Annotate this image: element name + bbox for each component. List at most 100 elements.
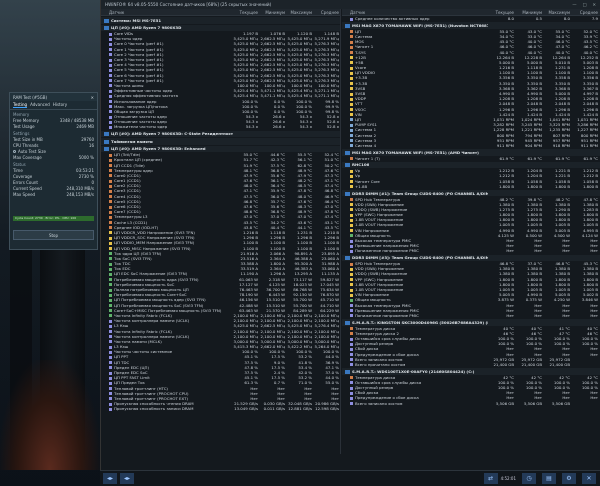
clock-icon [350,363,353,367]
power-icon [109,314,112,318]
power-icon [109,257,112,261]
value-avg: Нет [590,248,598,254]
wallpaper-ground [0,360,100,470]
sensor-group-header[interactable]: ЦП [#0]: AMD Ryzen 7 9800X3D: C-State Ре… [101,130,340,138]
clock-icon [109,366,112,370]
voltage-icon [109,247,112,251]
sensor-panel-left: Датчик Текущее Минимум Максимум Среднее … [101,9,341,454]
tab-history[interactable]: History [53,102,67,108]
value-avg: Нет [590,312,598,318]
group-name: ЦП [#0]: AMD Ryzen 7 9800X3D [101,25,233,31]
sensor-row[interactable]: Пониженное напряжение PMIC Нет Нет Нет Нет [342,248,600,253]
network-icon[interactable]: ⇄ [483,473,498,484]
close-icon[interactable]: ✕ [91,95,94,100]
voltage-icon [350,92,353,96]
sensor-label: Пониженное напряжение PMIC [355,312,419,318]
settings-icon[interactable]: ⚙ [562,473,576,484]
clock-icon [109,37,112,41]
ram-stat-label: Errors Count [13,179,38,185]
radio-icon [13,149,16,153]
clock-icon [109,94,112,98]
clock-icon [109,32,112,36]
voltage-icon [350,56,353,60]
col-max[interactable]: Максимум [287,10,314,15]
col-current[interactable]: Текущее [488,10,516,15]
ram-stat-row: Max Speed 248,153 MB/s [10,191,97,197]
voltage-icon [350,82,353,86]
close-icon[interactable]: ✕ [592,2,596,7]
sensor-label: Пропускная способность записи DRAM [114,406,194,412]
temperature-icon [109,164,112,168]
value-avg: 911 RPM [580,142,598,148]
col-min[interactable]: Минимум [516,10,544,15]
temperature-icon [350,45,353,49]
ram-stat-value: 2469 MB [76,123,94,129]
ram-stat-label: Max Speed [13,191,36,197]
sensor-group-header[interactable]: Система: MSI MS-7E51 [101,17,340,24]
hwinfo-titlebar[interactable]: HWiNFO® 64 v8.05-5550 Состояние датчиков… [101,0,600,9]
power-icon [109,298,112,302]
temperature-icon [350,51,353,55]
sensor-label: Всего записано хостом [355,400,403,406]
value-avg: 1.800 В [582,183,598,189]
group-name: ЦП [#0]: AMD Ryzen 7 9800X3D: Enhanced [101,146,233,152]
nav-arrows-icon[interactable]: ◂▸ [103,473,117,484]
sensor-label: DDR5 DIMM [#1]: Team Group CUDS-8400 (PO… [352,190,488,196]
sensor-row[interactable]: Пропускная способность записи DRAM 13.049… [101,406,340,411]
graph-icon[interactable]: ▤ [542,473,556,484]
sensor-name: Пониженное напряжение PMIC [342,248,488,253]
stop-button[interactable]: Stop [13,230,94,240]
close-icon[interactable]: ✕ [582,473,596,484]
value-max: Нет [562,248,570,254]
clock-icon [109,120,112,124]
sensor-row[interactable]: Множители частоты ядер 54.3 x 26.6 x 54.3 x… [101,124,340,129]
sensor-row[interactable]: +1.8В 1.800 В 1.800 В 1.800 В 1.800 В [342,184,600,189]
sensor-row[interactable]: Всего записано хостом 5,506 GB 5,506 GB 5,5… [342,401,600,406]
device-icon [345,256,350,261]
col-min[interactable]: Минимум [260,10,287,15]
value-current: 21,400 GB [493,361,514,367]
tab-advanced[interactable]: Advanced [30,102,50,108]
value-current: Нет [506,248,514,254]
ram-stat-label: Test Size in MB [13,136,43,142]
power-icon [109,283,112,287]
sensor-row[interactable]: Пониженное напряжение PMIC Нет Нет Нет Нет [342,313,600,318]
sensor-row[interactable]: Система 4 911 RPM 904 RPM 918 RPM 911 RPM [342,143,600,148]
power-icon [109,293,112,297]
col-avg[interactable]: Среднее [314,10,340,15]
clock-icon[interactable]: ◷ [522,473,536,484]
voltage-icon [350,102,353,106]
col-sensor[interactable]: Датчик [101,10,233,15]
temperature-icon [109,226,112,230]
minimize-icon[interactable]: — [572,2,576,7]
maximize-icon[interactable]: □ [583,2,587,7]
voltage-icon [350,113,353,117]
nav-arrows-icon[interactable]: ◂▸ [120,473,134,484]
value-current: Нет [506,312,514,318]
temperature-icon [350,332,353,336]
col-avg[interactable]: Среднее [572,10,600,15]
group-name: Таймингам памяти [101,139,233,144]
sensor-group-header[interactable]: Таймингам памяти [101,138,340,145]
col-max[interactable]: Максимум [544,10,572,15]
clock-icon [109,355,112,359]
sensor-row[interactable]: Среднее количество активных ядер 8.0 0.5 8.… [342,16,600,21]
sensor-row[interactable]: Чипсет 1 (T) 61.9 °C 61.9 °C 61.9 °C 61.9 °C [342,156,600,161]
window-title: HWiNFO® 64 v8.05-5550 Состояние датчиков… [105,2,272,7]
power-icon [109,267,112,271]
tab-testing[interactable]: Testing [13,102,28,108]
sensor-row[interactable]: Всего прочитано хостом 21,400 GB 21,400 GB… [342,362,600,367]
elapsed-time: 4:52:01 [500,476,516,481]
ram-test-titlebar[interactable]: RAM Test (#5GB) ✕ [10,93,97,101]
device-icon [345,163,350,168]
ram-stat-value: 248,310 MB/s [66,185,94,191]
col-sensor[interactable]: Датчик [342,10,488,15]
col-current[interactable]: Текущее [233,10,260,15]
temperature-icon [109,221,112,225]
ram-stat-label: Time [13,167,23,173]
value-current: 5,506 GB [495,400,514,406]
sensor-name: Всего прочитано хостом [342,362,488,367]
sensor-label: MSI MAG X870 TOMAHAWK WIFI (MS-7E51) (Nu… [352,22,488,28]
sensor-label: Система: MSI MS-7E51 [111,17,162,23]
value-max: 8.0 [563,16,570,22]
